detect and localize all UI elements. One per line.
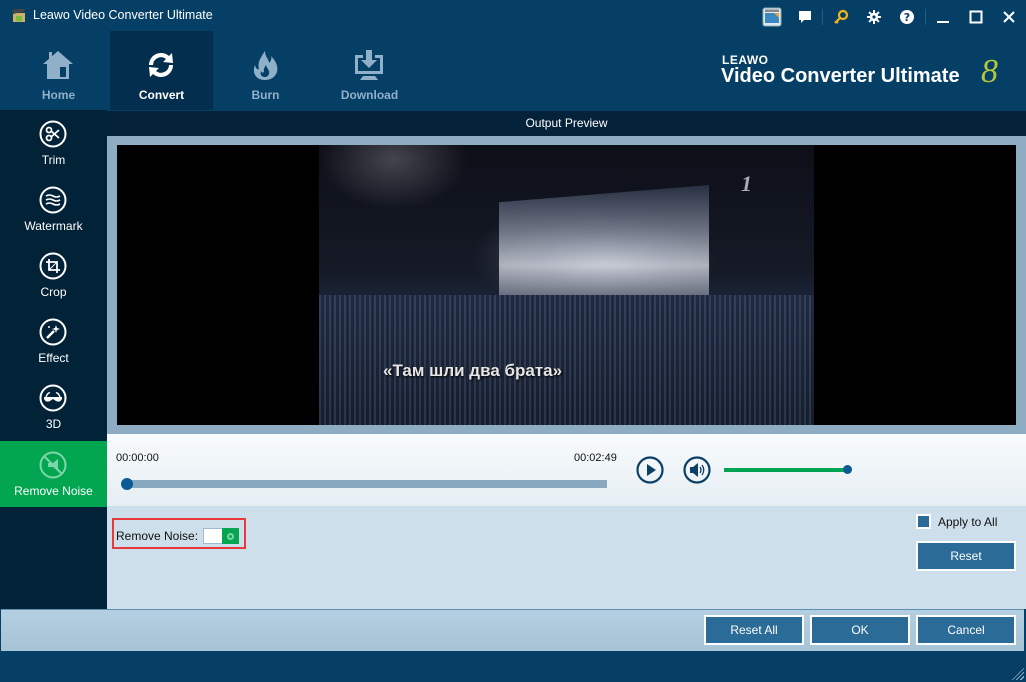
- key-icon: [834, 9, 849, 24]
- remove-noise-label: Remove Noise:: [116, 529, 199, 543]
- close-button[interactable]: [998, 6, 1020, 28]
- channel-logo: 1: [741, 171, 752, 196]
- toolbar-divider: [925, 9, 926, 25]
- flame-icon: [253, 51, 278, 80]
- sidebar-item-label: Trim: [41, 153, 66, 167]
- tab-download-label: Download: [340, 88, 399, 102]
- sidebar-item-crop[interactable]: Crop: [0, 242, 107, 308]
- support-button[interactable]: [761, 6, 783, 28]
- sidebar-item-effect[interactable]: Effect: [0, 308, 107, 374]
- feedback-button[interactable]: [794, 6, 816, 28]
- play-button[interactable]: [636, 456, 664, 484]
- speaker-icon: [683, 456, 711, 484]
- output-preview-header: Output Preview: [107, 111, 1026, 136]
- player-controls: [107, 434, 1026, 506]
- app-logo-icon: [12, 9, 25, 22]
- chat-icon: [799, 11, 811, 23]
- toolbar-divider: [822, 9, 823, 25]
- edit-sidebar: Trim Watermark Crop Effect 3D Remove Noi…: [0, 110, 107, 609]
- effect-icon: [39, 318, 67, 346]
- svg-text:?: ?: [904, 11, 910, 24]
- maximize-icon: [969, 10, 983, 24]
- sidebar-item-remove-noise[interactable]: Remove Noise: [0, 441, 107, 507]
- video-audience: [319, 295, 814, 425]
- title-bar: Leawo Video Converter Ultimate ?: [0, 0, 1026, 32]
- app-window: Leawo Video Converter Ultimate ? Home Co…: [0, 0, 1026, 682]
- minimize-button[interactable]: [932, 6, 954, 28]
- minimize-icon: [937, 21, 949, 23]
- tab-download[interactable]: Download: [318, 31, 421, 110]
- tab-convert[interactable]: Convert: [110, 31, 213, 110]
- close-icon: [1003, 11, 1015, 23]
- remove-noise-toggle[interactable]: [203, 528, 239, 544]
- convert-icon: [148, 52, 174, 78]
- play-icon: [636, 456, 664, 484]
- video-subtitle: «Там шли два брата»: [383, 361, 563, 380]
- sidebar-item-label: Effect: [38, 351, 69, 365]
- download-icon: [355, 50, 383, 80]
- home-icon: [43, 51, 73, 79]
- reset-all-button[interactable]: Reset All: [704, 615, 804, 645]
- remove-noise-icon: [39, 451, 67, 479]
- sidebar-item-label: Crop: [40, 285, 67, 299]
- toggle-on-icon: [227, 532, 234, 540]
- time-end: 00:02:49: [574, 452, 617, 464]
- help-button[interactable]: ?: [896, 6, 918, 28]
- volume-handle[interactable]: [843, 465, 852, 474]
- reset-button[interactable]: Reset: [916, 541, 1016, 571]
- settings-button[interactable]: [863, 6, 885, 28]
- apply-to-all-checkbox[interactable]: [916, 514, 931, 529]
- crop-icon: [39, 252, 67, 280]
- tab-home[interactable]: Home: [7, 31, 110, 110]
- tab-burn-label: Burn: [251, 88, 280, 102]
- brand-product-name: Video Converter Ultimate: [721, 65, 960, 87]
- video-preview: 1 «Там шли два брата»: [117, 145, 1016, 425]
- seek-handle[interactable]: [121, 478, 133, 490]
- support-icon: [762, 7, 782, 27]
- sidebar-item-label: 3D: [45, 417, 62, 431]
- tab-burn[interactable]: Burn: [214, 31, 317, 110]
- sidebar-item-3d[interactable]: 3D: [0, 374, 107, 440]
- sidebar-item-label: Remove Noise: [14, 484, 93, 498]
- toggle-knob: [222, 528, 239, 544]
- video-stage: [499, 185, 709, 300]
- brand-version: 8: [981, 53, 998, 90]
- maximize-button[interactable]: [965, 6, 987, 28]
- watermark-icon: [39, 186, 67, 214]
- scissors-icon: [39, 120, 67, 148]
- ok-button[interactable]: OK: [810, 615, 910, 645]
- sidebar-item-trim[interactable]: Trim: [0, 110, 107, 176]
- 3d-glasses-icon: [39, 384, 67, 412]
- sidebar-item-label: Watermark: [24, 219, 83, 233]
- video-frame: 1 «Там шли два брата»: [319, 145, 814, 425]
- register-button[interactable]: [830, 6, 852, 28]
- gear-icon: [867, 10, 881, 24]
- time-start: 00:00:00: [116, 452, 159, 464]
- apply-to-all-label: Apply to All: [938, 515, 998, 529]
- seek-bar[interactable]: [127, 480, 607, 488]
- resize-grip[interactable]: [1012, 668, 1024, 680]
- cancel-button[interactable]: Cancel: [916, 615, 1016, 645]
- volume-slider[interactable]: [724, 468, 848, 472]
- volume-button[interactable]: [683, 456, 711, 484]
- tab-home-label: Home: [41, 88, 76, 102]
- tab-convert-label: Convert: [138, 88, 185, 102]
- help-icon: ?: [900, 10, 914, 24]
- window-title: Leawo Video Converter Ultimate: [33, 8, 213, 22]
- sidebar-item-watermark[interactable]: Watermark: [0, 176, 107, 242]
